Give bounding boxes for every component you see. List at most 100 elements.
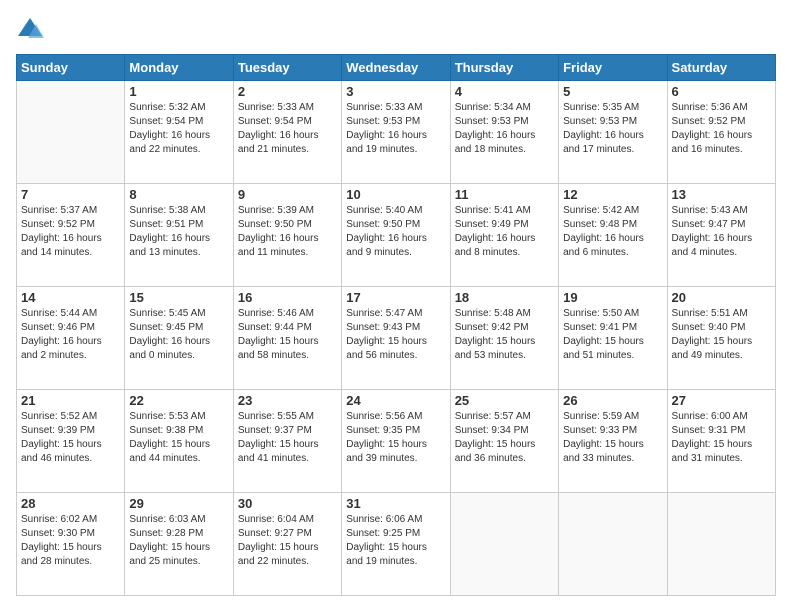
day-info: Sunrise: 5:57 AM Sunset: 9:34 PM Dayligh… bbox=[455, 410, 554, 466]
day-number: 5 bbox=[563, 84, 662, 99]
calendar-weekday-thursday: Thursday bbox=[450, 55, 558, 81]
calendar-cell: 24 Sunrise: 5:56 AM Sunset: 9:35 PM Dayli… bbox=[342, 390, 450, 493]
calendar-cell: 6 Sunrise: 5:36 AM Sunset: 9:52 PM Daylig… bbox=[667, 81, 775, 184]
calendar-cell: 29Sunrise: 6:03 AM Sunset: 9:28 PM Dayli… bbox=[125, 493, 233, 596]
calendar-cell: 10Sunrise: 5:40 AM Sunset: 9:50 PM Dayli… bbox=[342, 184, 450, 287]
page: SundayMondayTuesdayWednesdayThursdayFrid… bbox=[0, 0, 792, 612]
calendar-header-row: SundayMondayTuesdayWednesdayThursdayFrid… bbox=[17, 55, 776, 81]
day-number: 8 bbox=[129, 187, 228, 202]
day-info: Sunrise: 5:39 AM Sunset: 9:50 PM Dayligh… bbox=[238, 204, 337, 260]
calendar-cell: 7 Sunrise: 5:37 AM Sunset: 9:52 PM Daylig… bbox=[17, 184, 125, 287]
day-info: Sunrise: 5:55 AM Sunset: 9:37 PM Dayligh… bbox=[238, 410, 337, 466]
calendar-cell: 19Sunrise: 5:50 AM Sunset: 9:41 PM Dayli… bbox=[559, 287, 667, 390]
day-info: Sunrise: 6:06 AM Sunset: 9:25 PM Dayligh… bbox=[346, 513, 445, 569]
day-info: Sunrise: 5:37 AM Sunset: 9:52 PM Dayligh… bbox=[21, 204, 120, 260]
day-number: 23 bbox=[238, 393, 337, 408]
day-number: 7 bbox=[21, 187, 120, 202]
day-number: 21 bbox=[21, 393, 120, 408]
calendar-cell: 5 Sunrise: 5:35 AM Sunset: 9:53 PM Daylig… bbox=[559, 81, 667, 184]
day-info: Sunrise: 5:52 AM Sunset: 9:39 PM Dayligh… bbox=[21, 410, 120, 466]
day-number: 1 bbox=[129, 84, 228, 99]
day-info: Sunrise: 5:32 AM Sunset: 9:54 PM Dayligh… bbox=[129, 101, 228, 157]
day-number: 28 bbox=[21, 496, 120, 511]
day-info: Sunrise: 5:33 AM Sunset: 9:53 PM Dayligh… bbox=[346, 101, 445, 157]
calendar-cell: 9 Sunrise: 5:39 AM Sunset: 9:50 PM Daylig… bbox=[233, 184, 341, 287]
calendar-cell: 12 Sunrise: 5:42 AM Sunset: 9:48 PM Dayli… bbox=[559, 184, 667, 287]
day-info: Sunrise: 5:43 AM Sunset: 9:47 PM Dayligh… bbox=[672, 204, 771, 260]
day-number: 29 bbox=[129, 496, 228, 511]
day-info: Sunrise: 5:42 AM Sunset: 9:48 PM Dayligh… bbox=[563, 204, 662, 260]
calendar-weekday-wednesday: Wednesday bbox=[342, 55, 450, 81]
day-info: Sunrise: 6:04 AM Sunset: 9:27 PM Dayligh… bbox=[238, 513, 337, 569]
day-number: 4 bbox=[455, 84, 554, 99]
day-info: Sunrise: 5:45 AM Sunset: 9:45 PM Dayligh… bbox=[129, 307, 228, 363]
calendar-cell bbox=[17, 81, 125, 184]
day-info: Sunrise: 5:38 AM Sunset: 9:51 PM Dayligh… bbox=[129, 204, 228, 260]
calendar-weekday-friday: Friday bbox=[559, 55, 667, 81]
calendar-table: SundayMondayTuesdayWednesdayThursdayFrid… bbox=[16, 54, 776, 596]
logo-icon bbox=[16, 16, 44, 44]
day-info: Sunrise: 5:34 AM Sunset: 9:53 PM Dayligh… bbox=[455, 101, 554, 157]
calendar-cell: 20 Sunrise: 5:51 AM Sunset: 9:40 PM Dayli… bbox=[667, 287, 775, 390]
day-info: Sunrise: 5:56 AM Sunset: 9:35 PM Dayligh… bbox=[346, 410, 445, 466]
calendar-cell: 17 Sunrise: 5:47 AM Sunset: 9:43 PM Dayli… bbox=[342, 287, 450, 390]
day-info: Sunrise: 5:48 AM Sunset: 9:42 PM Dayligh… bbox=[455, 307, 554, 363]
day-number: 30 bbox=[238, 496, 337, 511]
day-info: Sunrise: 5:51 AM Sunset: 9:40 PM Dayligh… bbox=[672, 307, 771, 363]
day-number: 9 bbox=[238, 187, 337, 202]
calendar-cell: 15 Sunrise: 5:45 AM Sunset: 9:45 PM Dayli… bbox=[125, 287, 233, 390]
calendar-cell: 1 Sunrise: 5:32 AM Sunset: 9:54 PM Daylig… bbox=[125, 81, 233, 184]
calendar-cell: 27 Sunrise: 6:00 AM Sunset: 9:31 PM Dayli… bbox=[667, 390, 775, 493]
day-number: 18 bbox=[455, 290, 554, 305]
calendar-cell bbox=[450, 493, 558, 596]
calendar-cell: 14Sunrise: 5:44 AM Sunset: 9:46 PM Dayli… bbox=[17, 287, 125, 390]
calendar-week-row: 14Sunrise: 5:44 AM Sunset: 9:46 PM Dayli… bbox=[17, 287, 776, 390]
day-number: 3 bbox=[346, 84, 445, 99]
day-number: 11 bbox=[455, 187, 554, 202]
calendar-weekday-sunday: Sunday bbox=[17, 55, 125, 81]
calendar-weekday-tuesday: Tuesday bbox=[233, 55, 341, 81]
calendar-cell: 4 Sunrise: 5:34 AM Sunset: 9:53 PM Daylig… bbox=[450, 81, 558, 184]
calendar-cell: 11 Sunrise: 5:41 AM Sunset: 9:49 PM Dayli… bbox=[450, 184, 558, 287]
day-number: 24 bbox=[346, 393, 445, 408]
day-number: 13 bbox=[672, 187, 771, 202]
day-number: 6 bbox=[672, 84, 771, 99]
day-number: 27 bbox=[672, 393, 771, 408]
day-number: 20 bbox=[672, 290, 771, 305]
day-number: 15 bbox=[129, 290, 228, 305]
day-info: Sunrise: 5:35 AM Sunset: 9:53 PM Dayligh… bbox=[563, 101, 662, 157]
calendar-week-row: 7 Sunrise: 5:37 AM Sunset: 9:52 PM Daylig… bbox=[17, 184, 776, 287]
calendar-cell: 25 Sunrise: 5:57 AM Sunset: 9:34 PM Dayli… bbox=[450, 390, 558, 493]
day-info: Sunrise: 5:36 AM Sunset: 9:52 PM Dayligh… bbox=[672, 101, 771, 157]
calendar-week-row: 28 Sunrise: 6:02 AM Sunset: 9:30 PM Dayli… bbox=[17, 493, 776, 596]
day-info: Sunrise: 6:00 AM Sunset: 9:31 PM Dayligh… bbox=[672, 410, 771, 466]
header bbox=[16, 16, 776, 44]
calendar-cell: 28 Sunrise: 6:02 AM Sunset: 9:30 PM Dayli… bbox=[17, 493, 125, 596]
calendar-cell: 31 Sunrise: 6:06 AM Sunset: 9:25 PM Dayli… bbox=[342, 493, 450, 596]
calendar-cell: 13 Sunrise: 5:43 AM Sunset: 9:47 PM Dayli… bbox=[667, 184, 775, 287]
calendar-cell: 2 Sunrise: 5:33 AM Sunset: 9:54 PM Daylig… bbox=[233, 81, 341, 184]
day-number: 26 bbox=[563, 393, 662, 408]
day-info: Sunrise: 6:02 AM Sunset: 9:30 PM Dayligh… bbox=[21, 513, 120, 569]
calendar-cell: 8 Sunrise: 5:38 AM Sunset: 9:51 PM Daylig… bbox=[125, 184, 233, 287]
calendar-cell: 18 Sunrise: 5:48 AM Sunset: 9:42 PM Dayli… bbox=[450, 287, 558, 390]
calendar-week-row: 21 Sunrise: 5:52 AM Sunset: 9:39 PM Dayli… bbox=[17, 390, 776, 493]
day-info: Sunrise: 5:46 AM Sunset: 9:44 PM Dayligh… bbox=[238, 307, 337, 363]
calendar-weekday-saturday: Saturday bbox=[667, 55, 775, 81]
day-number: 12 bbox=[563, 187, 662, 202]
day-info: Sunrise: 5:47 AM Sunset: 9:43 PM Dayligh… bbox=[346, 307, 445, 363]
day-number: 31 bbox=[346, 496, 445, 511]
day-info: Sunrise: 5:41 AM Sunset: 9:49 PM Dayligh… bbox=[455, 204, 554, 260]
day-info: Sunrise: 5:44 AM Sunset: 9:46 PM Dayligh… bbox=[21, 307, 120, 363]
day-number: 16 bbox=[238, 290, 337, 305]
calendar-week-row: 1 Sunrise: 5:32 AM Sunset: 9:54 PM Daylig… bbox=[17, 81, 776, 184]
calendar-cell: 30 Sunrise: 6:04 AM Sunset: 9:27 PM Dayli… bbox=[233, 493, 341, 596]
calendar-weekday-monday: Monday bbox=[125, 55, 233, 81]
day-number: 17 bbox=[346, 290, 445, 305]
day-number: 2 bbox=[238, 84, 337, 99]
day-number: 25 bbox=[455, 393, 554, 408]
day-number: 19 bbox=[563, 290, 662, 305]
day-info: Sunrise: 5:33 AM Sunset: 9:54 PM Dayligh… bbox=[238, 101, 337, 157]
day-info: Sunrise: 5:59 AM Sunset: 9:33 PM Dayligh… bbox=[563, 410, 662, 466]
calendar-cell: 16 Sunrise: 5:46 AM Sunset: 9:44 PM Dayli… bbox=[233, 287, 341, 390]
